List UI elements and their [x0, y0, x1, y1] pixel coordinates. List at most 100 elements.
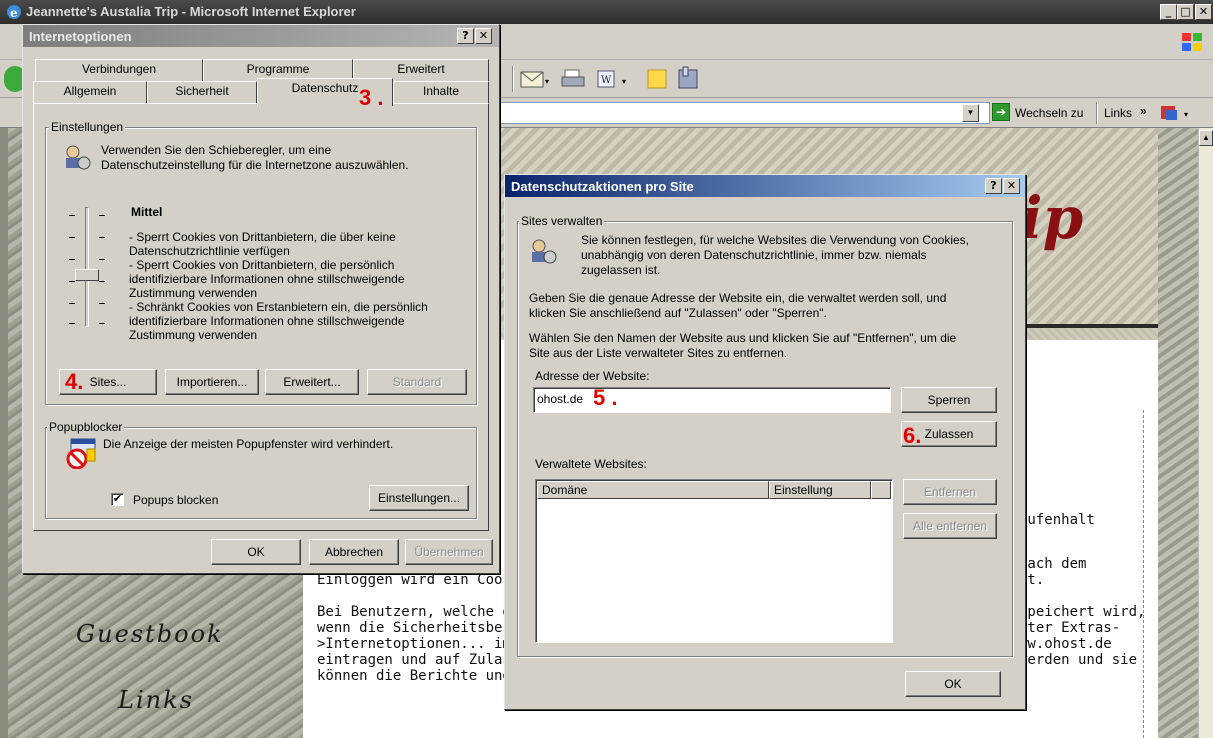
- intro-line: unabhängig von deren Datenschutzrichtlin…: [581, 248, 927, 262]
- cancel-button[interactable]: Abbrechen: [309, 539, 399, 565]
- body-line: nter Extras-: [1019, 620, 1121, 636]
- tab-sicherheit[interactable]: Sicherheit: [147, 81, 257, 103]
- slider-tick: [99, 259, 105, 260]
- scroll-up-button[interactable]: ▲: [1199, 130, 1213, 146]
- remove-all-button[interactable]: Alle entfernen: [903, 513, 997, 539]
- level-desc-line: - Sperrt Cookies von Drittanbietern, die…: [129, 258, 395, 272]
- slider-tick: [99, 303, 105, 304]
- address-dropdown-button[interactable]: ▼: [962, 104, 979, 122]
- level-desc-line: Datenschutzrichtlinie verfügen: [129, 244, 290, 258]
- body-line: wenn die Sicherheitsbest: [317, 620, 520, 636]
- internet-options-title: Internetoptionen: [29, 29, 132, 44]
- links-chevron-icon[interactable]: »: [1140, 104, 1147, 118]
- body-line: speichert wird,: [1019, 604, 1146, 620]
- links-label[interactable]: Links: [1104, 106, 1132, 120]
- translate-icon[interactable]: ▾: [1160, 104, 1194, 122]
- minimize-button[interactable]: _: [1160, 4, 1177, 20]
- close-button[interactable]: ✕: [1195, 4, 1212, 20]
- close-button[interactable]: ✕: [1003, 178, 1020, 194]
- body-line: Bei Benutzern, welche de: [317, 604, 520, 620]
- default-button[interactable]: Standard: [367, 369, 467, 395]
- instruction-line: Wählen Sie den Namen der Website aus und…: [529, 331, 957, 345]
- browser-titlebar: e Jeannette's Austalia Trip - Microsoft …: [0, 0, 1213, 24]
- browser-title: Jeannette's Austalia Trip - Microsoft In…: [26, 4, 356, 19]
- maximize-button[interactable]: □: [1177, 4, 1194, 20]
- column-header-domain[interactable]: Domäne: [537, 481, 769, 499]
- slider-tick: [69, 303, 75, 304]
- column-header-setting[interactable]: Einstellung: [769, 481, 871, 499]
- level-desc-line: - Sperrt Cookies von Drittanbietern, die…: [129, 230, 396, 244]
- tab-verbindungen[interactable]: Verbindungen: [35, 59, 203, 81]
- help-button[interactable]: ?: [985, 178, 1002, 194]
- go-button-label[interactable]: Wechseln zu: [1015, 106, 1083, 120]
- address-separator: [1096, 102, 1098, 124]
- svg-text:▾: ▾: [545, 77, 549, 86]
- popup-checkbox[interactable]: ✔: [111, 493, 124, 506]
- popup-settings-button[interactable]: Einstellungen...: [369, 485, 469, 511]
- step-5-marker: 5 .: [593, 385, 618, 410]
- remove-button[interactable]: Entfernen: [903, 479, 997, 505]
- body-line: aufenhalt: [1019, 512, 1095, 528]
- level-desc-line: identifizierbare Informationen ohne stil…: [129, 314, 405, 328]
- internet-options-titlebar: Internetoptionen: [23, 25, 499, 47]
- per-site-privacy-dialog: Datenschutzaktionen pro Site ? ✕ Sites v…: [504, 174, 1026, 710]
- slider-tick: [99, 323, 105, 324]
- go-arrow-icon[interactable]: ➔: [992, 103, 1010, 121]
- column-header-filler: [871, 481, 891, 499]
- slider-track: [85, 207, 89, 327]
- content-divider: [1143, 410, 1144, 738]
- instruction-line: Site aus der Liste verwalteter Sites zu …: [529, 346, 788, 360]
- slider-tick: [69, 323, 75, 324]
- body-line: >Internetoptionen... im R: [317, 636, 528, 652]
- address-input[interactable]: [500, 102, 990, 124]
- apply-button[interactable]: Übernehmen: [405, 539, 493, 565]
- level-desc-line: - Schränkt Cookies von Erstanbietern ein…: [129, 300, 428, 314]
- word-edit-icon[interactable]: W ▾: [596, 68, 632, 90]
- internet-options-dialog: Internetoptionen ? ✕ Verbindungen Progra…: [22, 24, 500, 574]
- privacy-user-icon: [529, 237, 557, 265]
- slider-thumb[interactable]: [75, 269, 99, 281]
- settings-intro-line: Datenschutzeinstellung für die Internetz…: [101, 158, 409, 172]
- tab-allgemein[interactable]: Allgemein: [33, 81, 147, 103]
- body-line: werden und sie: [1019, 652, 1138, 668]
- print-icon[interactable]: [560, 68, 586, 90]
- import-button[interactable]: Importieren...: [165, 369, 259, 395]
- privacy-slider[interactable]: [63, 207, 113, 327]
- address-label: Adresse der Website:: [535, 369, 650, 383]
- help-button[interactable]: ?: [457, 28, 474, 44]
- step-6-marker: 6.: [903, 423, 922, 448]
- body-line: eintragen und auf Zulass: [317, 652, 520, 668]
- nav-links-link[interactable]: Links: [118, 686, 194, 714]
- mail-icon[interactable]: ▾: [520, 68, 549, 90]
- note-icon[interactable]: [646, 68, 668, 90]
- slider-tick: [69, 281, 75, 282]
- popup-group-label: Popupblocker: [47, 420, 125, 434]
- popup-checkbox-label[interactable]: Popups blocken: [133, 493, 218, 507]
- website-address-input[interactable]: ohost.de: [533, 387, 891, 413]
- per-site-ok-button[interactable]: OK: [905, 671, 1001, 697]
- tab-inhalte[interactable]: Inhalte: [393, 81, 489, 103]
- block-button[interactable]: Sperren: [901, 387, 997, 413]
- manage-sites-group-label: Sites verwalten: [519, 214, 605, 228]
- intro-line: Sie können festlegen, für welche Website…: [581, 233, 970, 247]
- settings-intro-line: Verwenden Sie den Schieberegler, um eine: [101, 143, 332, 157]
- body-line: ww.ohost.de: [1019, 636, 1112, 652]
- body-line: Nach dem: [1019, 556, 1087, 572]
- page-scrollbar[interactable]: ▲: [1198, 128, 1213, 738]
- svg-text:W: W: [601, 75, 612, 86]
- managed-sites-list[interactable]: Domäne Einstellung: [535, 479, 893, 643]
- nav-guestbook-link[interactable]: Guestbook: [76, 620, 224, 648]
- advanced-button[interactable]: Erweitert...: [265, 369, 359, 395]
- privacy-user-icon: [63, 143, 91, 171]
- privacy-level-title: Mittel: [131, 205, 163, 219]
- level-desc-line: identifizierbare Informationen ohne stil…: [129, 272, 405, 286]
- close-button[interactable]: ✕: [475, 28, 492, 44]
- body-line: Einloggen wird ein Cookie: [317, 572, 528, 588]
- intro-line: zugelassen ist.: [581, 263, 661, 277]
- instruction-line: Geben Sie die genaue Adresse der Website…: [529, 291, 947, 305]
- level-desc-line: Zustimmung verwenden: [129, 328, 258, 342]
- svg-text:▾: ▾: [1184, 110, 1188, 119]
- toolbar-separator: [512, 66, 514, 92]
- messenger-icon[interactable]: [676, 66, 702, 92]
- ok-button[interactable]: OK: [211, 539, 301, 565]
